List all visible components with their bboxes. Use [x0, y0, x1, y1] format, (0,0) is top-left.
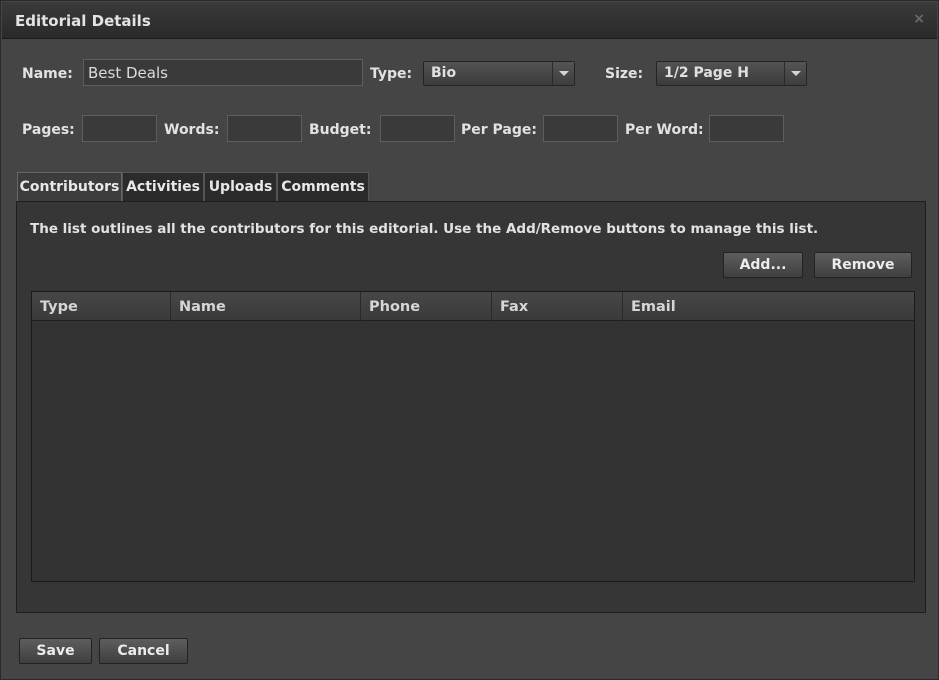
type-select-value: Bio	[431, 65, 457, 81]
column-header-phone[interactable]: Phone	[361, 292, 492, 321]
column-header-fax[interactable]: Fax	[492, 292, 623, 321]
tab-uploads[interactable]: Uploads	[204, 172, 277, 202]
per-page-field-wrapper	[543, 115, 618, 142]
column-header-name[interactable]: Name	[171, 292, 361, 321]
pages-field-wrapper	[82, 115, 157, 142]
per-word-label: Per Word:	[625, 122, 704, 138]
editorial-details-dialog: Editorial Details × Name: Type: Bio Size…	[0, 0, 939, 680]
close-icon[interactable]: ×	[913, 11, 925, 27]
type-select[interactable]: Bio	[423, 61, 575, 86]
column-header-email[interactable]: Email	[623, 292, 914, 321]
tab-contributors[interactable]: Contributors	[17, 172, 122, 203]
size-select[interactable]: 1/2 Page H	[656, 61, 807, 86]
per-word-field[interactable]	[710, 116, 783, 141]
size-select-value: 1/2 Page H	[664, 65, 749, 81]
words-label: Words:	[164, 122, 220, 138]
dialog-title: Editorial Details	[15, 12, 151, 30]
per-page-label: Per Page:	[461, 122, 537, 138]
size-label: Size:	[605, 66, 644, 82]
per-word-field-wrapper	[709, 115, 784, 142]
tab-activities[interactable]: Activities	[122, 172, 204, 202]
chevron-down-icon[interactable]	[552, 62, 574, 85]
per-page-field[interactable]	[544, 116, 617, 141]
budget-label: Budget:	[309, 122, 372, 138]
tab-comments[interactable]: Comments	[277, 172, 369, 202]
budget-field-wrapper	[380, 115, 455, 142]
remove-contributor-button[interactable]: Remove	[814, 252, 912, 278]
name-field[interactable]	[84, 60, 362, 85]
add-contributor-button[interactable]: Add...	[723, 252, 803, 278]
title-bar[interactable]: Editorial Details ×	[2, 2, 937, 39]
words-field-wrapper	[227, 115, 302, 142]
chevron-down-icon[interactable]	[784, 62, 806, 85]
contributors-panel: The list outlines all the contributors f…	[16, 201, 926, 613]
name-label: Name:	[22, 66, 73, 82]
pages-label: Pages:	[22, 122, 75, 138]
column-header-type[interactable]: Type	[32, 292, 171, 321]
pages-field[interactable]	[83, 116, 156, 141]
type-label: Type:	[370, 66, 413, 82]
contributors-table: Type Name Phone Fax Email	[31, 291, 915, 582]
contributors-description: The list outlines all the contributors f…	[30, 221, 819, 237]
words-field[interactable]	[228, 116, 301, 141]
cancel-button[interactable]: Cancel	[99, 638, 188, 664]
save-button[interactable]: Save	[19, 638, 92, 664]
budget-field[interactable]	[381, 116, 454, 141]
name-field-wrapper	[83, 59, 363, 86]
table-header: Type Name Phone Fax Email	[32, 292, 914, 321]
